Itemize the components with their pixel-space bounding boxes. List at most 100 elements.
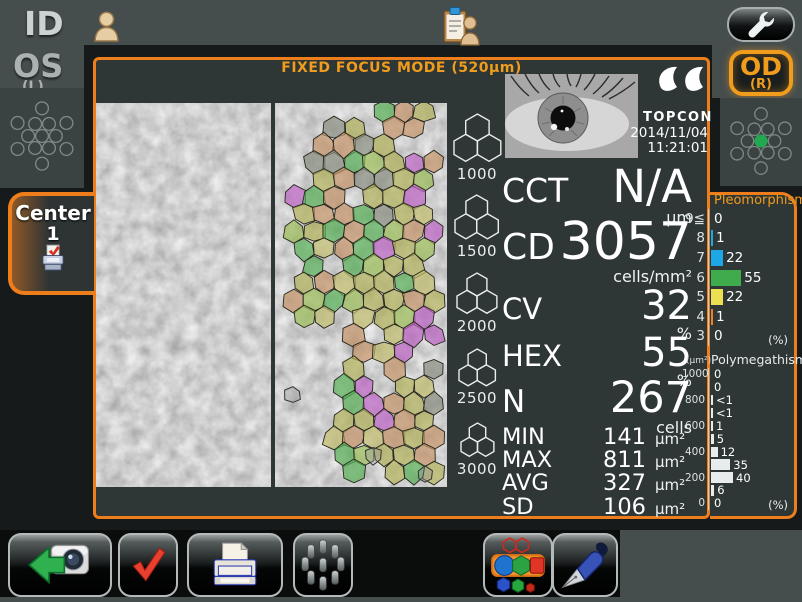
histogram-bar [711, 434, 714, 445]
histogram-value: <1 [716, 406, 733, 420]
topcon-logo-mark [647, 64, 707, 108]
histogram-bar [711, 408, 713, 419]
histogram-row: <1 [682, 407, 796, 420]
polymegathism-histogram: 1000 0 0 800 <1 <1 600 1 5 400 12 35 200… [682, 368, 796, 510]
capture-position-map-right [720, 98, 802, 186]
stat-row: MAX 811 µm² [502, 447, 692, 470]
histogram-bar [711, 421, 713, 432]
histogram-axis-label: 400 [682, 446, 708, 458]
confirm-button[interactable] [118, 533, 178, 597]
histogram-row: 200 40 [682, 471, 796, 484]
tab-center-1[interactable]: Center 1 [8, 192, 94, 295]
endothelium-image [96, 103, 271, 487]
endothelium-analysis-image [275, 103, 447, 487]
histogram-axis-label: 1000 [682, 368, 708, 380]
histogram-bar [711, 289, 723, 305]
color-analysis-icon [487, 537, 549, 593]
histogram-bar [711, 485, 714, 496]
pen-icon [559, 539, 611, 591]
pleomorphism-histogram: 9≦ 0 8 1 7 22 6 55 5 22 4 1 3 0 [682, 209, 796, 346]
histogram-value: <1 [716, 393, 733, 407]
histogram-bar [711, 270, 741, 286]
histogram-row: 400 12 [682, 445, 796, 458]
histogram-value: 0 [714, 367, 721, 381]
histogram-value: 0 [714, 211, 723, 227]
histogram-bar [711, 447, 718, 458]
histogram-bar [711, 395, 713, 406]
magnification-1500: 1500 [450, 193, 504, 260]
histogram-row: 0 [682, 381, 796, 394]
histogram-row: 8 1 [682, 229, 796, 249]
histogram-value: 0 [714, 380, 721, 394]
settings-button[interactable] [727, 7, 795, 42]
histogram-bar [711, 230, 713, 246]
histogram-row: 35 [682, 458, 796, 471]
magnification-1000: 1000 [450, 112, 504, 183]
histogram-value: 1 [716, 309, 725, 325]
histogram-value: 0 [714, 328, 723, 344]
printed-check-icon [39, 243, 67, 272]
polymegathism-unit: (%) [738, 498, 788, 512]
histogram-axis-label: 0 [682, 497, 708, 509]
capture-date: 2014/11/04 [580, 126, 708, 141]
histogram-value: 55 [744, 270, 761, 286]
histogram-bar [711, 250, 723, 266]
pleomorphism-unit: (%) [738, 333, 788, 347]
cell-dots-icon [296, 537, 350, 593]
capture-datetime: 2014/11/04 11:21:01 [580, 126, 708, 156]
right-eye-button[interactable]: OD (R) [729, 50, 793, 96]
histogram-axis-label: 5 [682, 289, 708, 305]
back-to-capture-button[interactable] [8, 533, 112, 597]
capture-position-map-left [0, 88, 84, 188]
histogram-bar [711, 459, 730, 470]
histogram-axis-label: 4 [682, 309, 708, 325]
histogram-row: 6 [682, 484, 796, 497]
histogram-value: 22 [726, 250, 743, 266]
histogram-value: 1 [716, 230, 725, 246]
histogram-value: 0 [714, 496, 721, 510]
clipboard-person-icon[interactable] [442, 6, 480, 50]
annotate-button[interactable] [552, 533, 618, 597]
id-label: ID [24, 4, 64, 43]
magnification-2500: 2500 [450, 347, 504, 407]
histogram-value: 40 [736, 471, 751, 485]
histogram-row: 4 1 [682, 307, 796, 327]
magnification-3000: 3000 [450, 421, 504, 478]
histogram-axis-label: 200 [682, 472, 708, 484]
cell-area-stats: MIN 141 µm² MAX 811 µm² AVG 327 µm² SD 1… [502, 424, 692, 517]
patient-icon[interactable] [93, 11, 120, 46]
specular-microscope-screen: ID OS (L) OD (R) Cen [0, 0, 802, 602]
tab-number: 1 [12, 225, 94, 243]
histogram-row: 1000 0 [682, 368, 796, 381]
back-camera-icon [26, 542, 94, 588]
histogram-row: 800 <1 [682, 394, 796, 407]
histogram-axis-label: 9≦ [682, 211, 708, 227]
stat-row: MIN 141 µm² [502, 424, 692, 447]
tab-title: Center [12, 201, 94, 225]
printer-icon [208, 541, 262, 589]
histogram-row: 5 22 [682, 287, 796, 307]
stat-row: AVG 327 µm² [502, 470, 692, 493]
histogram-row: 600 1 [682, 420, 796, 433]
histogram-axis-label: 7 [682, 250, 708, 266]
histogram-bar [711, 309, 713, 325]
hexagon-cluster-icon [455, 271, 499, 316]
histogram-axis-label: 600 [682, 420, 708, 432]
hexagon-cluster-icon [452, 112, 503, 164]
histogram-axis-label: 6 [682, 270, 708, 286]
brand-logo: TOPCON [643, 64, 711, 125]
histogram-value: 1 [716, 419, 723, 433]
hexagon-cluster-icon [457, 347, 497, 388]
magnification-2000: 2000 [450, 271, 504, 335]
brand-name: TOPCON [643, 110, 711, 125]
histogram-row: 7 22 [682, 248, 796, 268]
histogram-axis-label: 3 [682, 328, 708, 344]
color-analysis-button[interactable] [483, 533, 553, 597]
histogram-value: 22 [726, 289, 743, 305]
histogram-value: 5 [717, 432, 724, 446]
cell-display-button[interactable] [293, 533, 353, 597]
check-icon [127, 546, 169, 584]
histogram-axis-label: 800 [682, 394, 708, 406]
print-button[interactable] [187, 533, 283, 597]
hexagon-cluster-icon [459, 421, 496, 459]
